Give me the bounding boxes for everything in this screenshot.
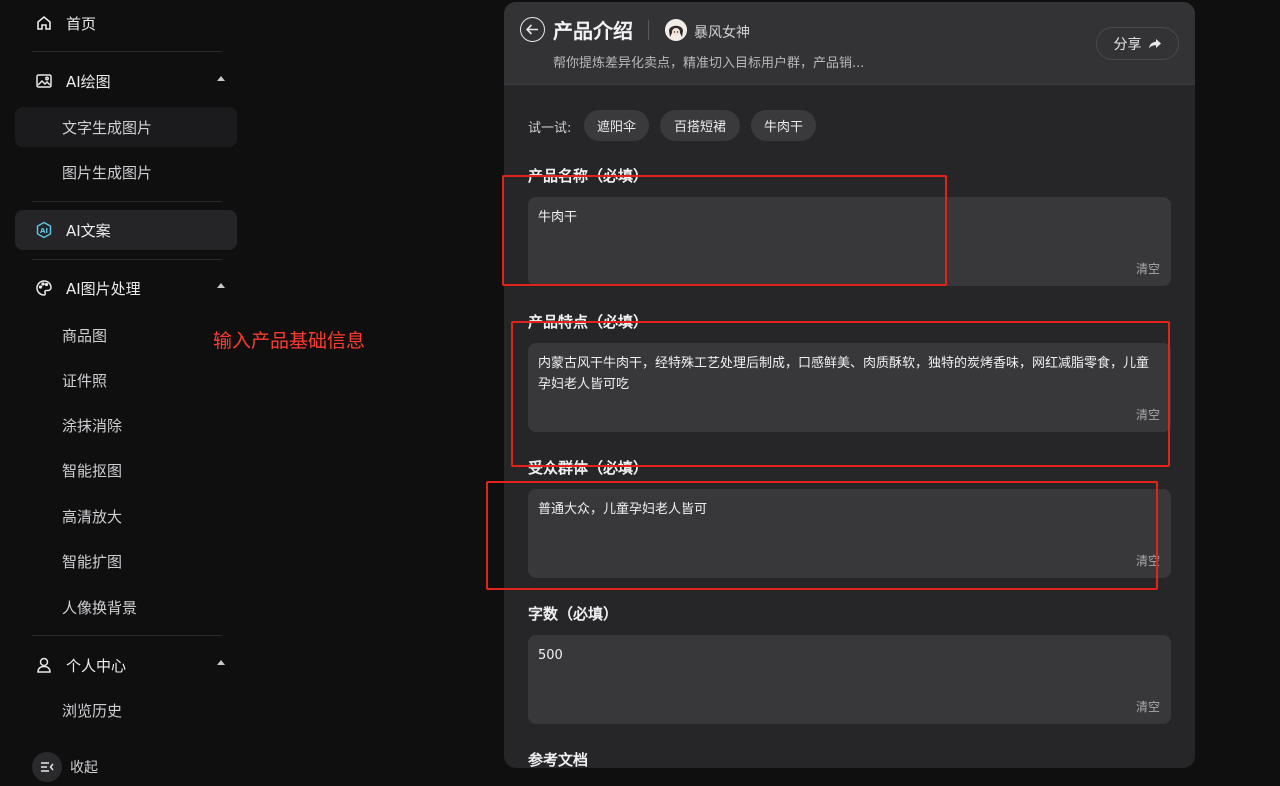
author-name[interactable]: 暴风女神 — [694, 22, 750, 42]
sidebar-item-image-to-image[interactable]: 图片生成图片 — [15, 152, 237, 192]
target-audience-label: 受众群体（必填） — [528, 459, 649, 477]
collapse-icon — [32, 752, 62, 782]
collapse-label: 收起 — [70, 760, 98, 776]
sidebar-item-personal-center[interactable]: 个人中心 — [15, 645, 237, 685]
user-icon — [35, 656, 53, 674]
sidebar-item-label: 智能扩图 — [62, 552, 123, 571]
chevron-up-icon — [217, 283, 225, 288]
palette-icon — [35, 279, 53, 297]
ai-icon: AI — [35, 221, 53, 239]
page-title: 产品介绍 — [553, 19, 633, 43]
panel-description: 帮你提炼差异化卖点，精准切入目标用户群，产品销... — [553, 56, 865, 71]
clear-button[interactable]: 清空 — [1136, 260, 1160, 277]
chevron-up-icon — [217, 660, 225, 665]
product-features-field[interactable]: 内蒙古风干牛肉干，经特殊工艺处理后制成，口感鲜美、肉质酥软，独特的炭烤香味，网红… — [528, 343, 1171, 432]
clear-button[interactable]: 清空 — [1136, 406, 1160, 423]
sidebar-item-id-photo[interactable]: 证件照 — [15, 360, 237, 400]
sidebar-divider — [32, 51, 222, 52]
share-button[interactable]: 分享 — [1096, 27, 1179, 60]
sidebar-item-ai-image-processing[interactable]: AI图片处理 — [15, 268, 237, 308]
sidebar-item-text-to-image[interactable]: 文字生成图片 — [15, 107, 237, 147]
sidebar-item-label: 个人中心 — [66, 656, 127, 675]
sidebar: 首页 AI绘图 文字生成图片 图片生成图片 AI AI文案 AI图片处理 商品图… — [0, 0, 250, 786]
example-chip[interactable]: 百搭短裙 — [660, 110, 740, 141]
word-count-field[interactable]: 500 清空 — [528, 635, 1171, 724]
image-icon — [35, 72, 53, 90]
sidebar-item-label: 高清放大 — [62, 507, 123, 526]
share-icon — [1148, 38, 1161, 48]
sidebar-item-label: AI绘图 — [66, 72, 111, 91]
reference-doc-label: 参考文档 — [528, 751, 589, 768]
header-divider — [648, 20, 649, 40]
clear-button[interactable]: 清空 — [1136, 698, 1160, 715]
sidebar-item-label: 涂抹消除 — [62, 416, 123, 435]
sidebar-item-label: 首页 — [66, 14, 97, 33]
target-audience-field[interactable]: 普通大众，儿童孕妇老人皆可 清空 — [528, 489, 1171, 578]
panel-header: 产品介绍 暴风女神 帮你提炼差异化卖点，精准切入目标用户群，产品销... 分享 — [504, 2, 1195, 85]
sidebar-item-label: AI图片处理 — [66, 279, 141, 298]
sidebar-item-upscale[interactable]: 高清放大 — [15, 496, 237, 536]
annotation-text: 输入产品基础信息 — [213, 330, 366, 352]
sidebar-item-history[interactable]: 浏览历史 — [15, 690, 237, 730]
field-value: 普通大众，儿童孕妇老人皆可 — [538, 502, 708, 517]
home-icon — [35, 14, 53, 32]
sidebar-item-label: 文字生成图片 — [62, 118, 153, 137]
sidebar-item-label: 浏览历史 — [62, 701, 123, 720]
arrow-left-icon — [526, 24, 538, 35]
sidebar-item-portrait-background[interactable]: 人像换背景 — [15, 587, 237, 627]
sidebar-divider — [32, 259, 222, 260]
sidebar-item-home[interactable]: 首页 — [15, 3, 237, 43]
sidebar-item-label: 人像换背景 — [62, 598, 138, 617]
product-name-field[interactable]: 牛肉干 清空 — [528, 197, 1171, 286]
chevron-up-icon — [217, 76, 225, 81]
clear-button[interactable]: 清空 — [1136, 552, 1160, 569]
sidebar-item-ai-drawing[interactable]: AI绘图 — [15, 61, 237, 101]
app-root: 首页 AI绘图 文字生成图片 图片生成图片 AI AI文案 AI图片处理 商品图… — [0, 0, 1280, 786]
sidebar-item-label: 商品图 — [62, 326, 108, 345]
sidebar-item-label: AI文案 — [66, 221, 111, 240]
sidebar-item-label: 智能抠图 — [62, 461, 123, 480]
sidebar-item-cutout[interactable]: 智能抠图 — [15, 450, 237, 490]
product-features-label: 产品特点（必填） — [528, 313, 649, 331]
svg-text:AI: AI — [40, 227, 48, 235]
avatar[interactable] — [665, 19, 687, 41]
back-button[interactable] — [520, 17, 545, 42]
word-count-label: 字数（必填） — [528, 605, 619, 623]
example-chip[interactable]: 牛肉干 — [751, 110, 816, 141]
sidebar-divider — [32, 635, 222, 636]
sidebar-divider — [32, 201, 222, 202]
sidebar-item-erase[interactable]: 涂抹消除 — [15, 405, 237, 445]
try-label: 试一试: — [528, 121, 572, 136]
example-chip[interactable]: 遮阳伞 — [584, 110, 649, 141]
field-value: 500 — [538, 648, 563, 663]
sidebar-item-ai-copy[interactable]: AI AI文案 — [15, 210, 237, 250]
collapse-button[interactable]: 收起 — [32, 752, 98, 782]
share-label: 分享 — [1113, 36, 1142, 53]
sidebar-item-label: 证件照 — [62, 371, 108, 390]
sidebar-item-outpaint[interactable]: 智能扩图 — [15, 541, 237, 581]
field-value: 牛肉干 — [538, 210, 578, 225]
sidebar-item-product-image[interactable]: 商品图 — [15, 315, 237, 355]
field-value: 内蒙古风干牛肉干，经特殊工艺处理后制成，口感鲜美、肉质酥软，独特的炭烤香味，网红… — [538, 356, 1150, 392]
sidebar-item-label: 图片生成图片 — [62, 163, 153, 182]
product-name-label: 产品名称（必填） — [528, 167, 649, 185]
product-intro-panel: 产品介绍 暴风女神 帮你提炼差异化卖点，精准切入目标用户群，产品销... 分享 … — [504, 2, 1195, 768]
